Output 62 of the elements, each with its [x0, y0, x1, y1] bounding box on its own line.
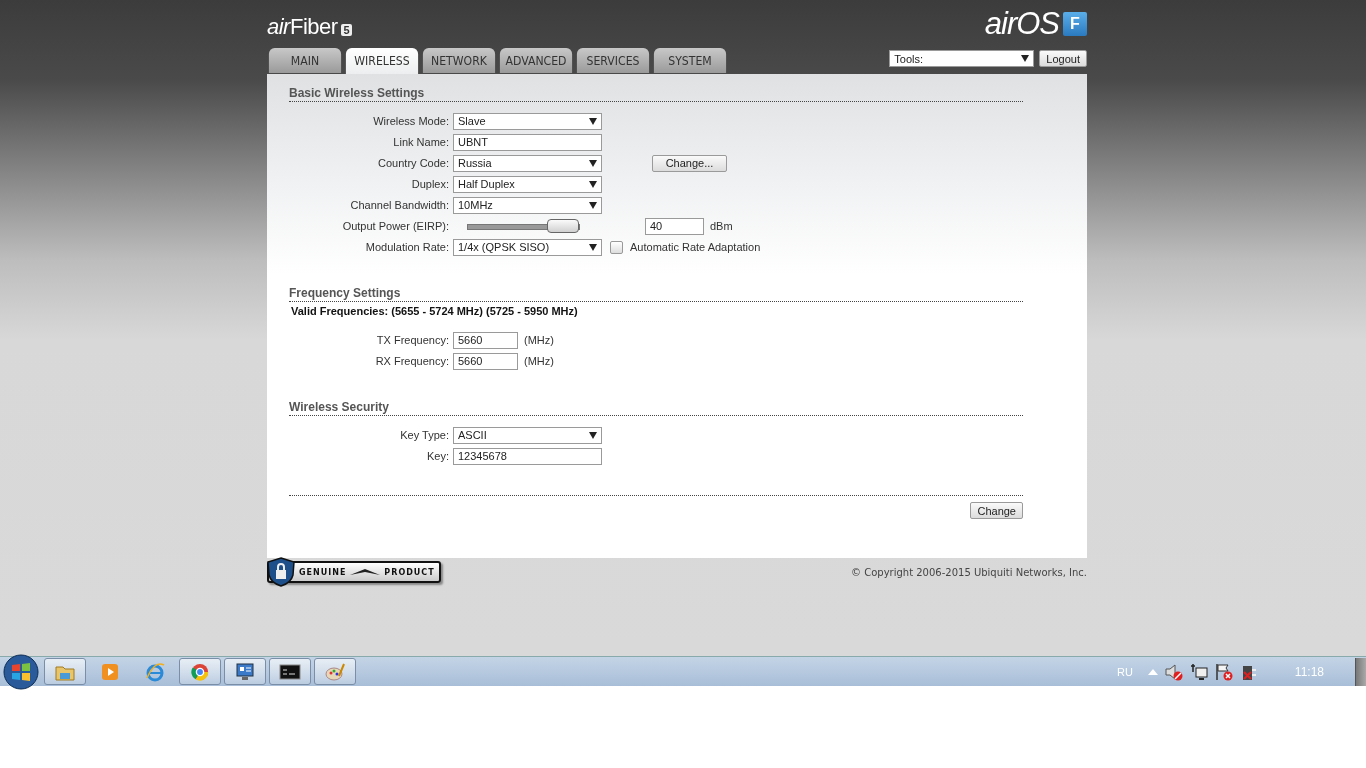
section-title: Frequency Settings: [289, 286, 1023, 302]
field-label: Channel Bandwidth:: [349, 199, 450, 211]
flag-error-icon[interactable]: [1214, 662, 1233, 681]
checkbox[interactable]: [610, 240, 623, 254]
field-label: Key Type:: [399, 429, 450, 441]
tab[interactable]: NETWORK: [422, 48, 496, 73]
copyright-text: © Copyright 2006-2015 Ubiquiti Networks, Inc.: [851, 566, 1087, 578]
tab[interactable]: SERVICES: [576, 48, 650, 73]
start-button[interactable]: [3, 653, 39, 690]
dropdown-arrow-icon: [589, 201, 597, 209]
terminal-icon[interactable]: [269, 658, 311, 685]
section-title: Wireless Security: [289, 400, 1023, 416]
dropdown-arrow-icon: [589, 117, 597, 125]
dropdown-arrow-icon: [589, 180, 597, 188]
muted-speaker-icon[interactable]: [1164, 662, 1183, 681]
dropdown-arrow-icon: [1021, 55, 1030, 62]
field-label: RX Frequency:: [374, 355, 450, 367]
dropdown[interactable]: Russia: [453, 154, 602, 172]
checkbox-label: Automatic Rate Adaptation: [630, 241, 761, 253]
field-label: TX Frequency:: [375, 334, 450, 346]
field-label: Duplex:: [410, 178, 450, 190]
field-label: Key:: [426, 450, 450, 462]
dropdown-arrow-icon: [589, 159, 597, 167]
valid-frequencies-note: Valid Frequencies: (5655 - 5724 MHz) (5725 - 5950 MHz): [291, 305, 579, 317]
tab[interactable]: SYSTEM: [653, 48, 727, 73]
input-field[interactable]: 12345678: [453, 447, 602, 465]
input-field[interactable]: UBNT: [453, 133, 602, 151]
section-title: Basic Wireless Settings: [289, 86, 1023, 102]
dropdown[interactable]: Slave: [453, 112, 602, 130]
dropdown[interactable]: Half Duplex: [453, 175, 602, 193]
dropdown[interactable]: 10MHz: [453, 196, 602, 214]
folder-icon[interactable]: [44, 658, 86, 685]
input-field[interactable]: 40: [645, 217, 704, 235]
remote-desktop-icon[interactable]: [224, 658, 266, 685]
field-label: Modulation Rate:: [364, 241, 450, 253]
logout-button[interactable]: Logout: [1039, 50, 1087, 67]
chrome-browser-icon[interactable]: [179, 658, 221, 685]
power-slider[interactable]: [467, 219, 580, 233]
tab[interactable]: ADVANCED: [499, 48, 573, 73]
field-label: Wireless Mode:: [372, 115, 450, 127]
dropdown[interactable]: ASCII: [453, 426, 602, 444]
tab[interactable]: MAIN: [268, 48, 342, 73]
product-logo: airFiber 5: [267, 14, 353, 40]
field-label: Output Power (EIRP):: [341, 220, 450, 232]
unit-label: (MHz): [524, 355, 554, 367]
show-desktop-button[interactable]: [1355, 657, 1366, 686]
tools-dropdown[interactable]: Tools:: [889, 50, 1035, 67]
field-label: Country Code:: [377, 157, 450, 169]
input-field[interactable]: 5660: [453, 352, 518, 370]
unit-label: (MHz): [524, 334, 554, 346]
dropdown-arrow-icon: [589, 431, 597, 439]
dropdown-arrow-icon: [589, 243, 597, 251]
os-logo: airOS F: [984, 6, 1087, 42]
change-country-button[interactable]: Change...: [652, 154, 727, 172]
unit-label: dBm: [710, 220, 733, 232]
network-icon[interactable]: [1189, 662, 1208, 681]
change-button[interactable]: Change: [970, 502, 1023, 519]
tab[interactable]: WIRELESS: [345, 48, 419, 74]
input-field[interactable]: 5660: [453, 331, 518, 349]
field-label: Link Name:: [392, 136, 450, 148]
dropdown[interactable]: 1/4x (QPSK SISO): [453, 238, 602, 256]
slider-handle[interactable]: [547, 219, 580, 233]
